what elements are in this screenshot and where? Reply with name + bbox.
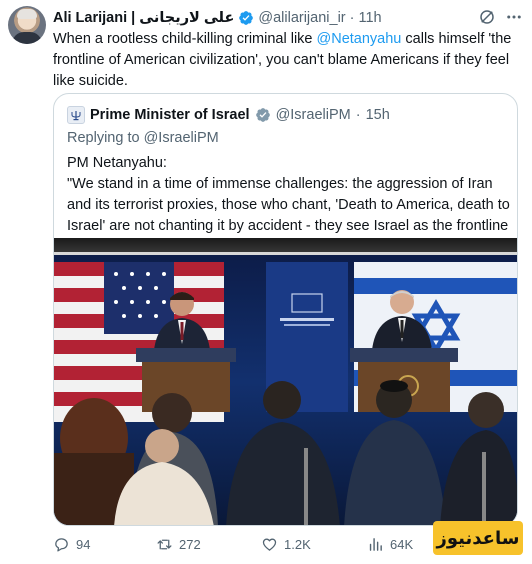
verified-badge-icon bbox=[239, 11, 254, 25]
view-count: 64K bbox=[390, 537, 414, 552]
tweet-text: When a rootless child-killing criminal l… bbox=[53, 29, 518, 92]
repost-icon bbox=[157, 539, 172, 550]
mention-link[interactable]: @Netanyahu bbox=[317, 31, 402, 47]
more-icon[interactable] bbox=[505, 9, 523, 25]
author-name[interactable]: Ali Larijani | علی لاریجانی bbox=[53, 10, 234, 26]
quote-avatar[interactable] bbox=[67, 106, 85, 124]
gov-verified-badge-icon bbox=[255, 108, 270, 122]
quote-text-line1: PM Netanyahu: bbox=[67, 155, 167, 171]
avatar[interactable] bbox=[8, 6, 46, 44]
reply-icon bbox=[55, 538, 68, 552]
repost-count: 272 bbox=[179, 537, 201, 552]
tweet-header: Ali Larijani | علی لاریجانی @alilarijani… bbox=[53, 8, 382, 28]
reply-count: 94 bbox=[76, 537, 91, 552]
heart-icon bbox=[262, 538, 277, 551]
avatar-suit bbox=[12, 32, 42, 44]
views-button[interactable]: 64K bbox=[367, 536, 413, 553]
replying-to[interactable]: Replying to @IsraeliPM bbox=[67, 130, 219, 146]
reply-button[interactable]: 94 bbox=[53, 536, 90, 553]
views-chart-icon bbox=[369, 538, 382, 551]
tweet-time[interactable]: 11h bbox=[358, 10, 381, 26]
press-conference-illustration bbox=[54, 238, 517, 525]
menorah-emblem-icon bbox=[71, 111, 81, 121]
author-handle[interactable]: @alilarijani_ir bbox=[258, 10, 345, 26]
quoted-tweet[interactable]: Prime Minister of Israel @IsraeliPM · 15… bbox=[53, 93, 518, 526]
avatar-hair bbox=[17, 9, 37, 19]
quote-author-handle[interactable]: @IsraeliPM bbox=[276, 107, 351, 123]
repost-button[interactable]: 272 bbox=[156, 536, 201, 553]
like-button[interactable]: 1.2K bbox=[261, 536, 311, 553]
quote-header: Prime Minister of Israel @IsraeliPM · 15… bbox=[67, 105, 390, 125]
tweet-text-part1: When a rootless child-killing criminal l… bbox=[53, 31, 317, 47]
quote-author-name[interactable]: Prime Minister of Israel bbox=[90, 107, 250, 123]
quote-separator: · bbox=[355, 107, 361, 123]
grok-icon[interactable] bbox=[478, 8, 496, 26]
watermark-logo: ساعدنیوز bbox=[433, 521, 523, 555]
header-separator: · bbox=[349, 10, 355, 26]
like-count: 1.2K bbox=[284, 537, 311, 552]
quote-time[interactable]: 15h bbox=[366, 107, 390, 123]
press-conference-photo[interactable] bbox=[54, 238, 517, 525]
tweet[interactable]: Ali Larijani | علی لاریجانی @alilarijani… bbox=[0, 0, 532, 564]
